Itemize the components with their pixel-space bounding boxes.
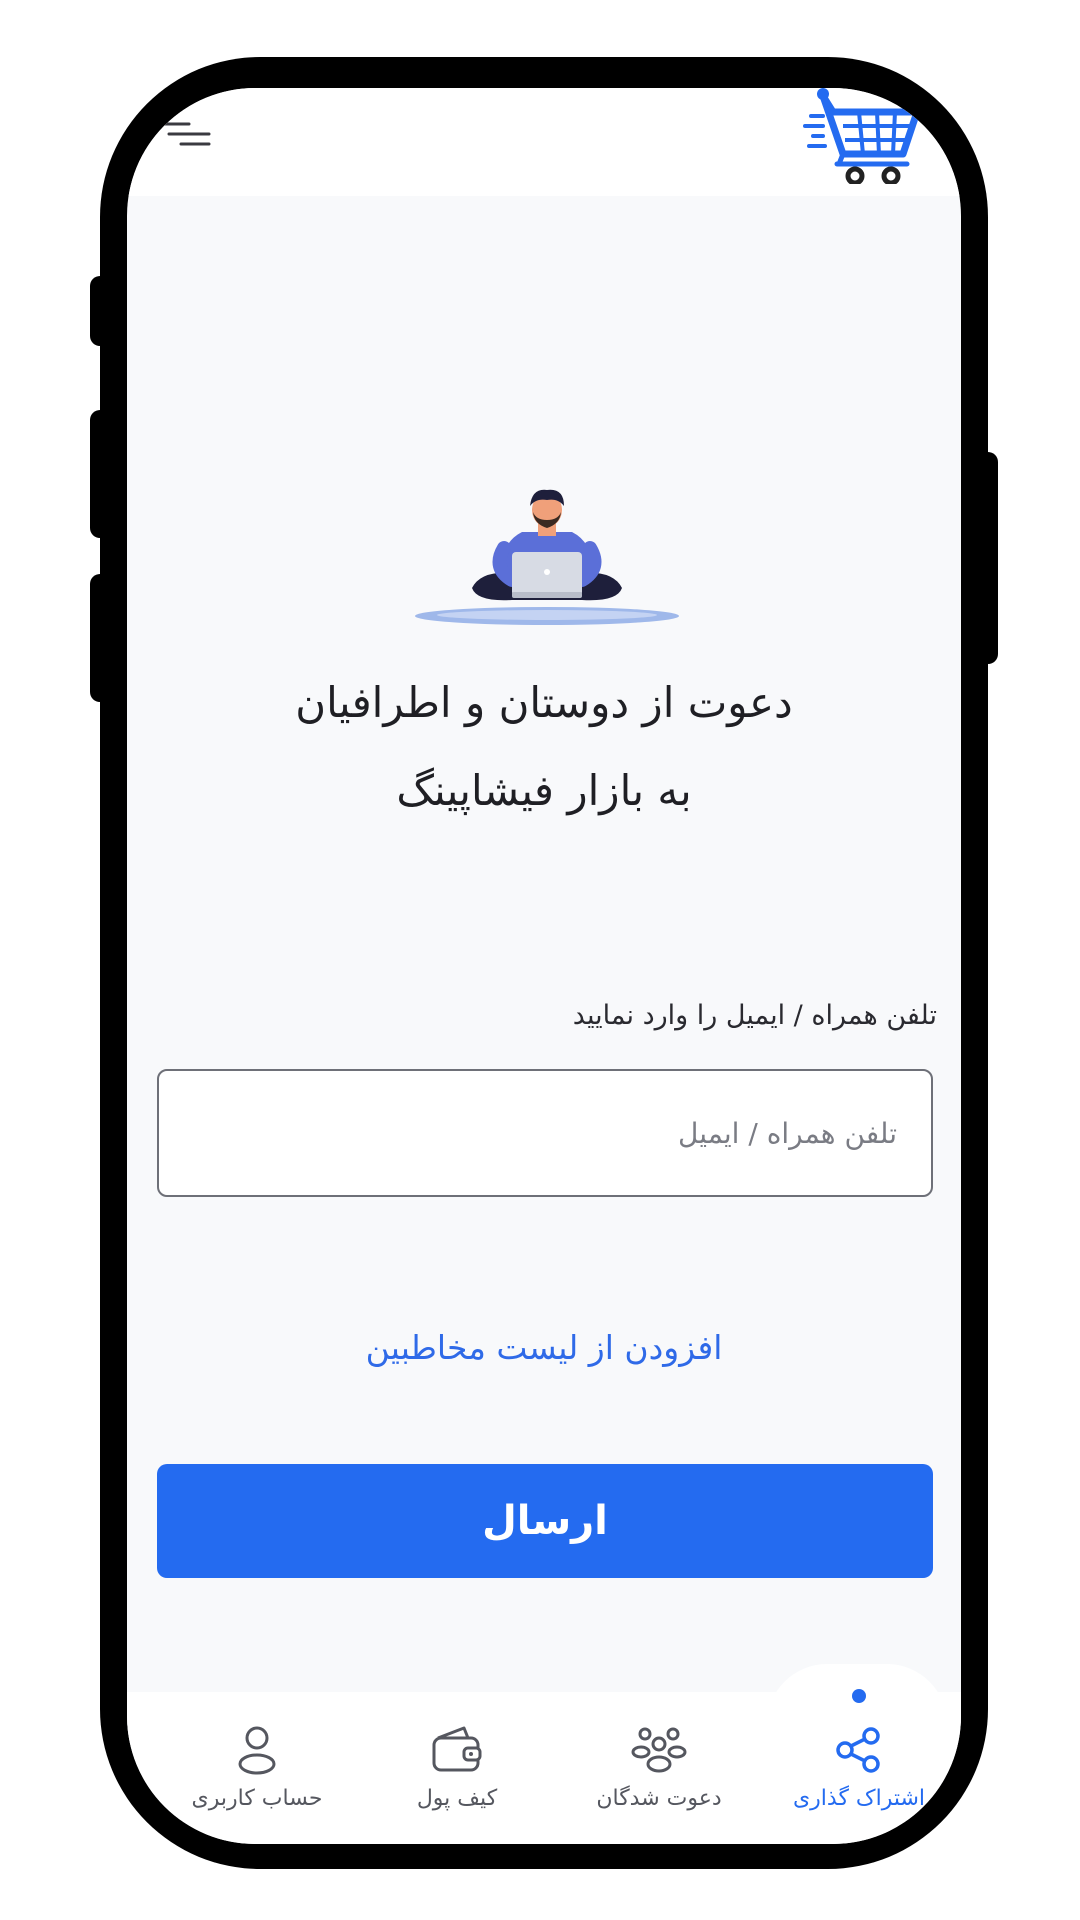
tab-wallet-label: کیف پول	[416, 1786, 498, 1811]
contact-field-label: تلفن همراه / ایمیل را وارد نمایید	[572, 1000, 937, 1031]
page-title-line-1: دعوت از دوستان و اطرافیان	[295, 678, 793, 727]
person-with-laptop-illustration	[415, 489, 679, 625]
tab-share[interactable]: اشتراک گذاری	[769, 1724, 949, 1836]
tab-invited-label: دعوت شدگان	[596, 1786, 722, 1811]
power-button	[968, 452, 998, 664]
share-icon	[836, 1727, 880, 1773]
tab-account-label: حساب کاربری	[191, 1786, 323, 1811]
user-icon	[238, 1726, 276, 1775]
add-from-contacts-link[interactable]: افزودن از لیست مخاطبین	[127, 1328, 961, 1367]
app-screen: دعوت از دوستان و اطرافیان به بازار فیشاپ…	[127, 88, 961, 1844]
tab-invited[interactable]: دعوت شدگان	[569, 1724, 749, 1836]
mute-switch	[90, 276, 120, 346]
tab-share-label: اشتراک گذاری	[792, 1786, 926, 1811]
menu-icon[interactable]	[159, 116, 211, 156]
send-button[interactable]: ارسال	[157, 1464, 933, 1578]
contact-input[interactable]	[157, 1069, 933, 1197]
top-bar	[127, 88, 961, 196]
volume-up-button	[90, 410, 120, 538]
cart-icon[interactable]	[799, 88, 935, 184]
wallet-icon	[432, 1726, 482, 1772]
tab-wallet[interactable]: کیف پول	[367, 1724, 547, 1836]
tab-account[interactable]: حساب کاربری	[167, 1724, 347, 1836]
volume-down-button	[90, 574, 120, 702]
users-icon	[631, 1727, 687, 1773]
page-title-line-2: به بازار فیشاپینگ	[396, 766, 692, 815]
active-tab-indicator	[852, 1689, 866, 1703]
